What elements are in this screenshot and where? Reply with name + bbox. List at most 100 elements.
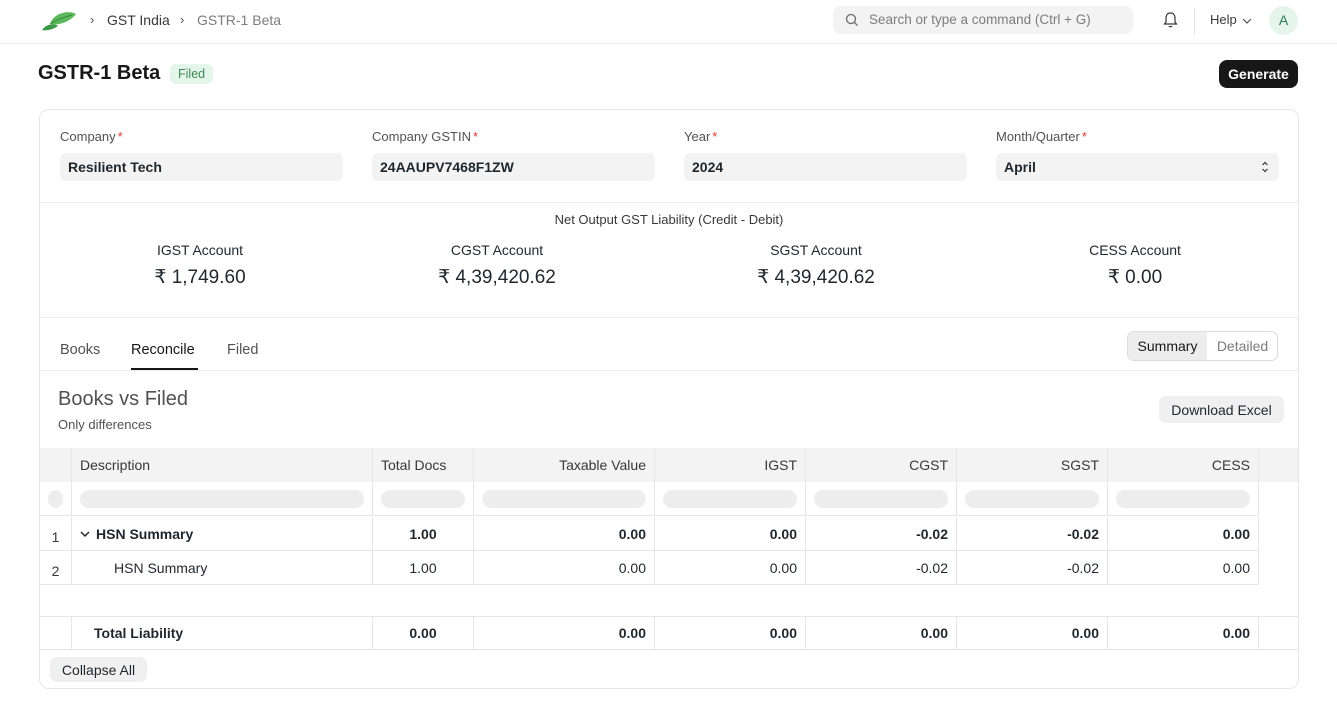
chevron-right-icon: › <box>180 12 185 27</box>
filter-total-docs[interactable] <box>381 489 465 508</box>
filter-row <box>40 482 1259 516</box>
gstin-label: Company GSTIN * <box>372 129 479 144</box>
status-badge: Filed <box>170 64 214 84</box>
help-label: Help <box>1210 12 1237 27</box>
row-sgst: -0.02 <box>957 551 1108 584</box>
collapse-all-button[interactable]: Collapse All <box>50 657 147 682</box>
total-row: Total Liability 0.00 0.00 0.00 0.00 0.00… <box>40 616 1298 650</box>
sgst-account: SGST Account ₹ 4,39,420.62 <box>691 242 941 289</box>
sgst-account-value: ₹ 4,39,420.62 <box>757 267 875 288</box>
bell-icon[interactable] <box>1162 11 1179 29</box>
row-description: HSN Summary <box>72 517 373 550</box>
row-sgst: -0.02 <box>957 517 1108 550</box>
header-cess[interactable]: CESS <box>1108 448 1259 482</box>
row-cgst: -0.02 <box>806 551 957 584</box>
header-sgst[interactable]: SGST <box>957 448 1108 482</box>
leaf-logo-icon[interactable] <box>40 8 78 34</box>
cgst-account: CGST Account ₹ 4,39,420.62 <box>372 242 622 289</box>
row-description: HSN Summary <box>72 551 373 584</box>
row-taxable-value: 0.00 <box>474 551 655 584</box>
header-taxable-value[interactable]: Taxable Value <box>474 448 655 482</box>
breadcrumb-gst-india[interactable]: GST India <box>107 12 170 28</box>
tab-books[interactable]: Books <box>60 342 100 358</box>
navbar: › GST India › GSTR-1 Beta Search or type… <box>0 0 1337 44</box>
download-excel-button[interactable]: Download Excel <box>1159 396 1284 423</box>
header-index <box>40 448 72 482</box>
header-cgst[interactable]: CGST <box>806 448 957 482</box>
nav-divider <box>1194 8 1195 34</box>
filter-description[interactable] <box>80 489 364 508</box>
total-igst: 0.00 <box>655 617 806 649</box>
table-row[interactable]: 2 HSN Summary 1.00 0.00 0.00 -0.02 -0.02… <box>40 551 1259 585</box>
row-index: 1 <box>40 517 72 550</box>
row-total-docs: 1.00 <box>373 517 474 550</box>
row-igst: 0.00 <box>655 517 806 550</box>
row-taxable-value: 0.00 <box>474 517 655 550</box>
total-cgst: 0.00 <box>806 617 957 649</box>
header-total-docs[interactable]: Total Docs <box>373 448 474 482</box>
total-total-docs: 0.00 <box>373 617 474 649</box>
cess-account-label: CESS Account <box>1089 242 1181 258</box>
total-sgst: 0.00 <box>957 617 1108 649</box>
search-icon <box>845 13 858 26</box>
tab-reconcile[interactable]: Reconcile <box>131 342 195 358</box>
row-cess: 0.00 <box>1108 517 1259 550</box>
cgst-account-value: ₹ 4,39,420.62 <box>438 267 556 288</box>
filter-sgst[interactable] <box>965 489 1099 508</box>
section-divider <box>40 202 1298 203</box>
section-divider <box>40 370 1298 371</box>
table-header: Description Total Docs Taxable Value IGS… <box>40 448 1298 482</box>
toggle-detailed[interactable]: Detailed <box>1207 332 1277 360</box>
reconcile-title: Books vs Filed <box>58 388 189 410</box>
reconcile-subtitle: Only differences <box>58 417 152 432</box>
gstin-field[interactable]: 24AAUPV7468F1ZW <box>372 153 655 181</box>
cess-account: CESS Account ₹ 0.00 <box>1010 242 1260 289</box>
total-description: Total Liability <box>72 617 373 649</box>
page-title: GSTR-1 Beta <box>38 62 161 84</box>
row-igst: 0.00 <box>655 551 806 584</box>
sgst-account-label: SGST Account <box>770 242 862 258</box>
igst-account-label: IGST Account <box>156 242 244 258</box>
section-divider <box>40 317 1298 318</box>
row-total-docs: 1.00 <box>373 551 474 584</box>
header-description[interactable]: Description <box>72 448 373 482</box>
generate-button[interactable]: Generate <box>1219 60 1298 88</box>
chevron-down-icon <box>1242 18 1252 24</box>
liability-title: Net Output GST Liability (Credit - Debit… <box>554 212 784 227</box>
row-cgst: -0.02 <box>806 517 957 550</box>
search-placeholder: Search or type a command (Ctrl + G) <box>869 12 1091 27</box>
igst-account: IGST Account ₹ 1,749.60 <box>75 242 325 289</box>
total-taxable-value: 0.00 <box>474 617 655 649</box>
cgst-account-label: CGST Account <box>450 242 544 258</box>
table-row[interactable]: 1 HSN Summary 1.00 0.00 0.00 -0.02 -0.02… <box>40 517 1259 551</box>
filter-cess[interactable] <box>1116 489 1250 508</box>
row-index: 2 <box>40 551 72 584</box>
company-field[interactable]: Resilient Tech <box>60 153 343 181</box>
filter-select-all[interactable] <box>48 489 63 508</box>
company-label: Company * <box>60 129 123 144</box>
tab-filed[interactable]: Filed <box>227 342 258 358</box>
select-arrows-icon <box>1262 161 1268 173</box>
filter-cgst[interactable] <box>814 489 948 508</box>
igst-account-value: ₹ 1,749.60 <box>154 267 246 288</box>
search-bar[interactable]: Search or type a command (Ctrl + G) <box>833 6 1133 34</box>
header-igst[interactable]: IGST <box>655 448 806 482</box>
total-cess: 0.00 <box>1108 617 1259 649</box>
period-select[interactable]: April <box>996 153 1279 181</box>
avatar[interactable]: A <box>1269 6 1298 35</box>
chevron-right-icon: › <box>90 12 95 27</box>
filter-igst[interactable] <box>663 489 797 508</box>
cess-account-value: ₹ 0.00 <box>1107 267 1163 288</box>
period-value: April <box>1004 159 1036 175</box>
filter-taxable-value[interactable] <box>482 489 646 508</box>
help-menu[interactable]: Help <box>1210 12 1252 27</box>
period-label: Month/Quarter * <box>996 129 1087 144</box>
row-cess: 0.00 <box>1108 551 1259 584</box>
chevron-down-icon[interactable] <box>80 530 90 538</box>
year-field[interactable]: 2024 <box>684 153 967 181</box>
view-toggle: Summary Detailed <box>1127 331 1278 361</box>
toggle-summary[interactable]: Summary <box>1128 332 1207 360</box>
reconcile-table: Description Total Docs Taxable Value IGS… <box>40 448 1298 650</box>
breadcrumb-gstr1-beta[interactable]: GSTR-1 Beta <box>197 12 281 28</box>
gstr1-card: Company * Resilient Tech Company GSTIN * 2… <box>39 109 1299 689</box>
